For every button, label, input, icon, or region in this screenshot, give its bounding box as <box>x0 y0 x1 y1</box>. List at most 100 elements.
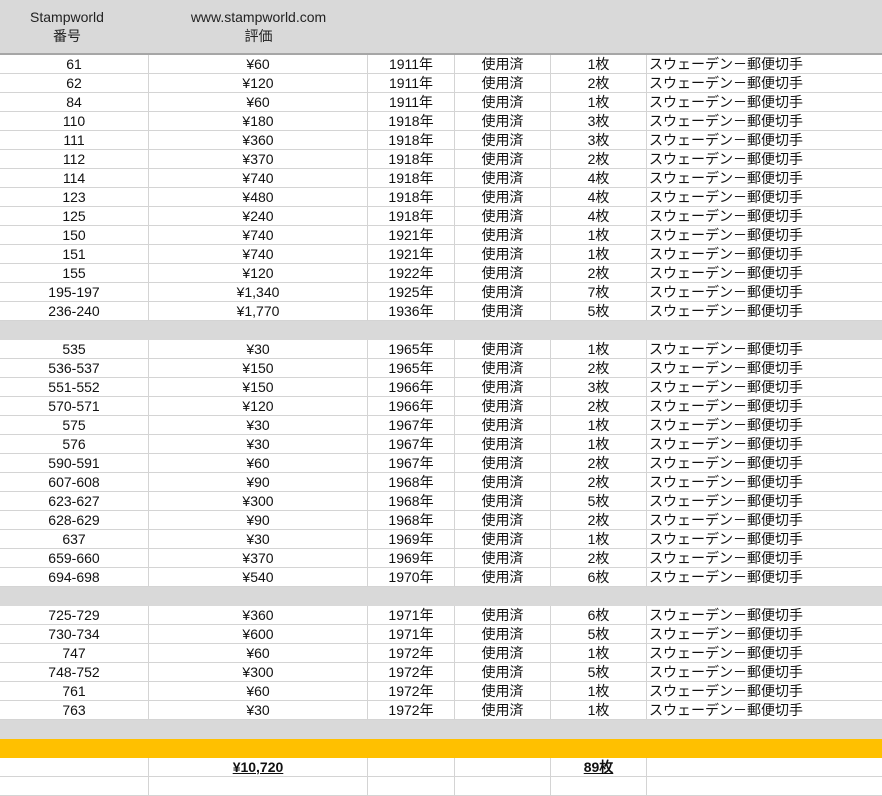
table-header: Stampworld 番号 www.stampworld.com 評価 <box>0 0 882 55</box>
value-cell: ¥740 <box>149 169 368 188</box>
quantity-cell: 2枚 <box>551 74 647 93</box>
year-cell: 1972年 <box>368 701 455 720</box>
table-row: 761 ¥60 1972年 使用済 1枚 スウェーデン－郵便切手 <box>0 682 882 701</box>
quantity-cell: 1枚 <box>551 530 647 549</box>
description-cell: スウェーデン－郵便切手 <box>649 246 803 262</box>
value-cell: ¥120 <box>149 397 368 416</box>
description-cell: スウェーデン－郵便切手 <box>649 132 803 148</box>
year-cell: 1971年 <box>368 606 455 625</box>
year-cell: 1918年 <box>368 188 455 207</box>
description-cell: スウェーデン－郵便切手 <box>649 607 803 623</box>
table-row: 637 ¥30 1969年 使用済 1枚 スウェーデン－郵便切手 <box>0 530 882 549</box>
quantity-cell: 2枚 <box>551 473 647 492</box>
table-row: 110 ¥180 1918年 使用済 3枚 スウェーデン－郵便切手 <box>0 112 882 131</box>
description-cell: スウェーデン－郵便切手 <box>649 360 803 376</box>
stamp-number-cell: 575 <box>0 416 149 435</box>
header-text: 番号 <box>53 28 81 44</box>
table-row: 763 ¥30 1972年 使用済 1枚 スウェーデン－郵便切手 <box>0 701 882 720</box>
year-cell: 1968年 <box>368 473 455 492</box>
stamp-number-cell: 114 <box>0 169 149 188</box>
quantity-cell: 3枚 <box>551 378 647 397</box>
total-count: 89枚 <box>551 758 647 777</box>
condition-cell: 使用済 <box>455 530 551 549</box>
year-cell: 1911年 <box>368 93 455 112</box>
description-cell: スウェーデン－郵便切手 <box>649 645 803 661</box>
totals-cell <box>647 758 882 777</box>
condition-cell: 使用済 <box>455 283 551 302</box>
value-cell: ¥30 <box>149 530 368 549</box>
value-cell: ¥360 <box>149 606 368 625</box>
condition-cell: 使用済 <box>455 131 551 150</box>
header-text: www.stampworld.com <box>190 9 327 25</box>
value-cell: ¥740 <box>149 226 368 245</box>
condition-cell: 使用済 <box>455 169 551 188</box>
stamp-number-cell: 110 <box>0 112 149 131</box>
table-row: 628-629 ¥90 1968年 使用済 2枚 スウェーデン－郵便切手 <box>0 511 882 530</box>
year-cell: 1918年 <box>368 131 455 150</box>
quantity-cell: 5枚 <box>551 625 647 644</box>
value-cell: ¥300 <box>149 492 368 511</box>
condition-cell: 使用済 <box>455 302 551 321</box>
stamp-number-cell: 763 <box>0 701 149 720</box>
table-row: 236-240 ¥1,770 1936年 使用済 5枚 スウェーデン－郵便切手 <box>0 302 882 321</box>
value-cell: ¥300 <box>149 663 368 682</box>
year-cell: 1967年 <box>368 416 455 435</box>
description-cell: スウェーデン－郵便切手 <box>649 702 803 718</box>
stamp-number-cell: 623-627 <box>0 492 149 511</box>
quantity-cell: 1枚 <box>551 701 647 720</box>
group-separator <box>0 321 882 340</box>
value-cell: ¥360 <box>149 131 368 150</box>
value-cell: ¥370 <box>149 549 368 568</box>
condition-cell: 使用済 <box>455 568 551 587</box>
value-cell: ¥1,770 <box>149 302 368 321</box>
year-cell: 1972年 <box>368 663 455 682</box>
quantity-cell: 2枚 <box>551 264 647 283</box>
value-cell: ¥90 <box>149 473 368 492</box>
table-row: 150 ¥740 1921年 使用済 1枚 スウェーデン－郵便切手 <box>0 226 882 245</box>
description-cell: スウェーデン－郵便切手 <box>649 94 803 110</box>
condition-cell: 使用済 <box>455 93 551 112</box>
table-row: 694-698 ¥540 1970年 使用済 6枚 スウェーデン－郵便切手 <box>0 568 882 587</box>
year-cell: 1921年 <box>368 226 455 245</box>
value-cell: ¥60 <box>149 454 368 473</box>
quantity-cell: 1枚 <box>551 245 647 264</box>
value-cell: ¥180 <box>149 112 368 131</box>
stamp-number-cell: 576 <box>0 435 149 454</box>
quantity-cell: 7枚 <box>551 283 647 302</box>
description-cell: スウェーデン－郵便切手 <box>649 189 803 205</box>
value-cell: ¥60 <box>149 93 368 112</box>
description-cell: スウェーデン－郵便切手 <box>649 550 803 566</box>
quantity-cell: 3枚 <box>551 112 647 131</box>
quantity-cell: 4枚 <box>551 188 647 207</box>
condition-cell: 使用済 <box>455 74 551 93</box>
table-row: 725-729 ¥360 1971年 使用済 6枚 スウェーデン－郵便切手 <box>0 606 882 625</box>
stamp-number-cell: 112 <box>0 150 149 169</box>
stamp-number-cell: 125 <box>0 207 149 226</box>
condition-cell: 使用済 <box>455 264 551 283</box>
year-cell: 1925年 <box>368 283 455 302</box>
condition-cell: 使用済 <box>455 663 551 682</box>
stamp-number-cell: 551-552 <box>0 378 149 397</box>
condition-cell: 使用済 <box>455 207 551 226</box>
table-row: 576 ¥30 1967年 使用済 1枚 スウェーデン－郵便切手 <box>0 435 882 454</box>
description-cell: スウェーデン－郵便切手 <box>649 303 803 319</box>
group-separator <box>0 720 882 739</box>
quantity-cell: 5枚 <box>551 492 647 511</box>
table-row: 62 ¥120 1911年 使用済 2枚 スウェーデン－郵便切手 <box>0 74 882 93</box>
value-cell: ¥1,340 <box>149 283 368 302</box>
header-value: www.stampworld.com 評価 <box>149 8 368 46</box>
quantity-cell: 4枚 <box>551 169 647 188</box>
totals-row: ¥10,720 89枚 <box>0 758 882 777</box>
description-cell: スウェーデン－郵便切手 <box>649 664 803 680</box>
stamp-number-cell: 747 <box>0 644 149 663</box>
description-cell: スウェーデン－郵便切手 <box>649 284 803 300</box>
year-cell: 1967年 <box>368 454 455 473</box>
quantity-cell: 2枚 <box>551 150 647 169</box>
year-cell: 1968年 <box>368 492 455 511</box>
table-row: 112 ¥370 1918年 使用済 2枚 スウェーデン－郵便切手 <box>0 150 882 169</box>
quantity-cell: 2枚 <box>551 511 647 530</box>
stamp-number-cell: 123 <box>0 188 149 207</box>
table-row: 747 ¥60 1972年 使用済 1枚 スウェーデン－郵便切手 <box>0 644 882 663</box>
stamp-number-cell: 694-698 <box>0 568 149 587</box>
table-row: 84 ¥60 1911年 使用済 1枚 スウェーデン－郵便切手 <box>0 93 882 112</box>
